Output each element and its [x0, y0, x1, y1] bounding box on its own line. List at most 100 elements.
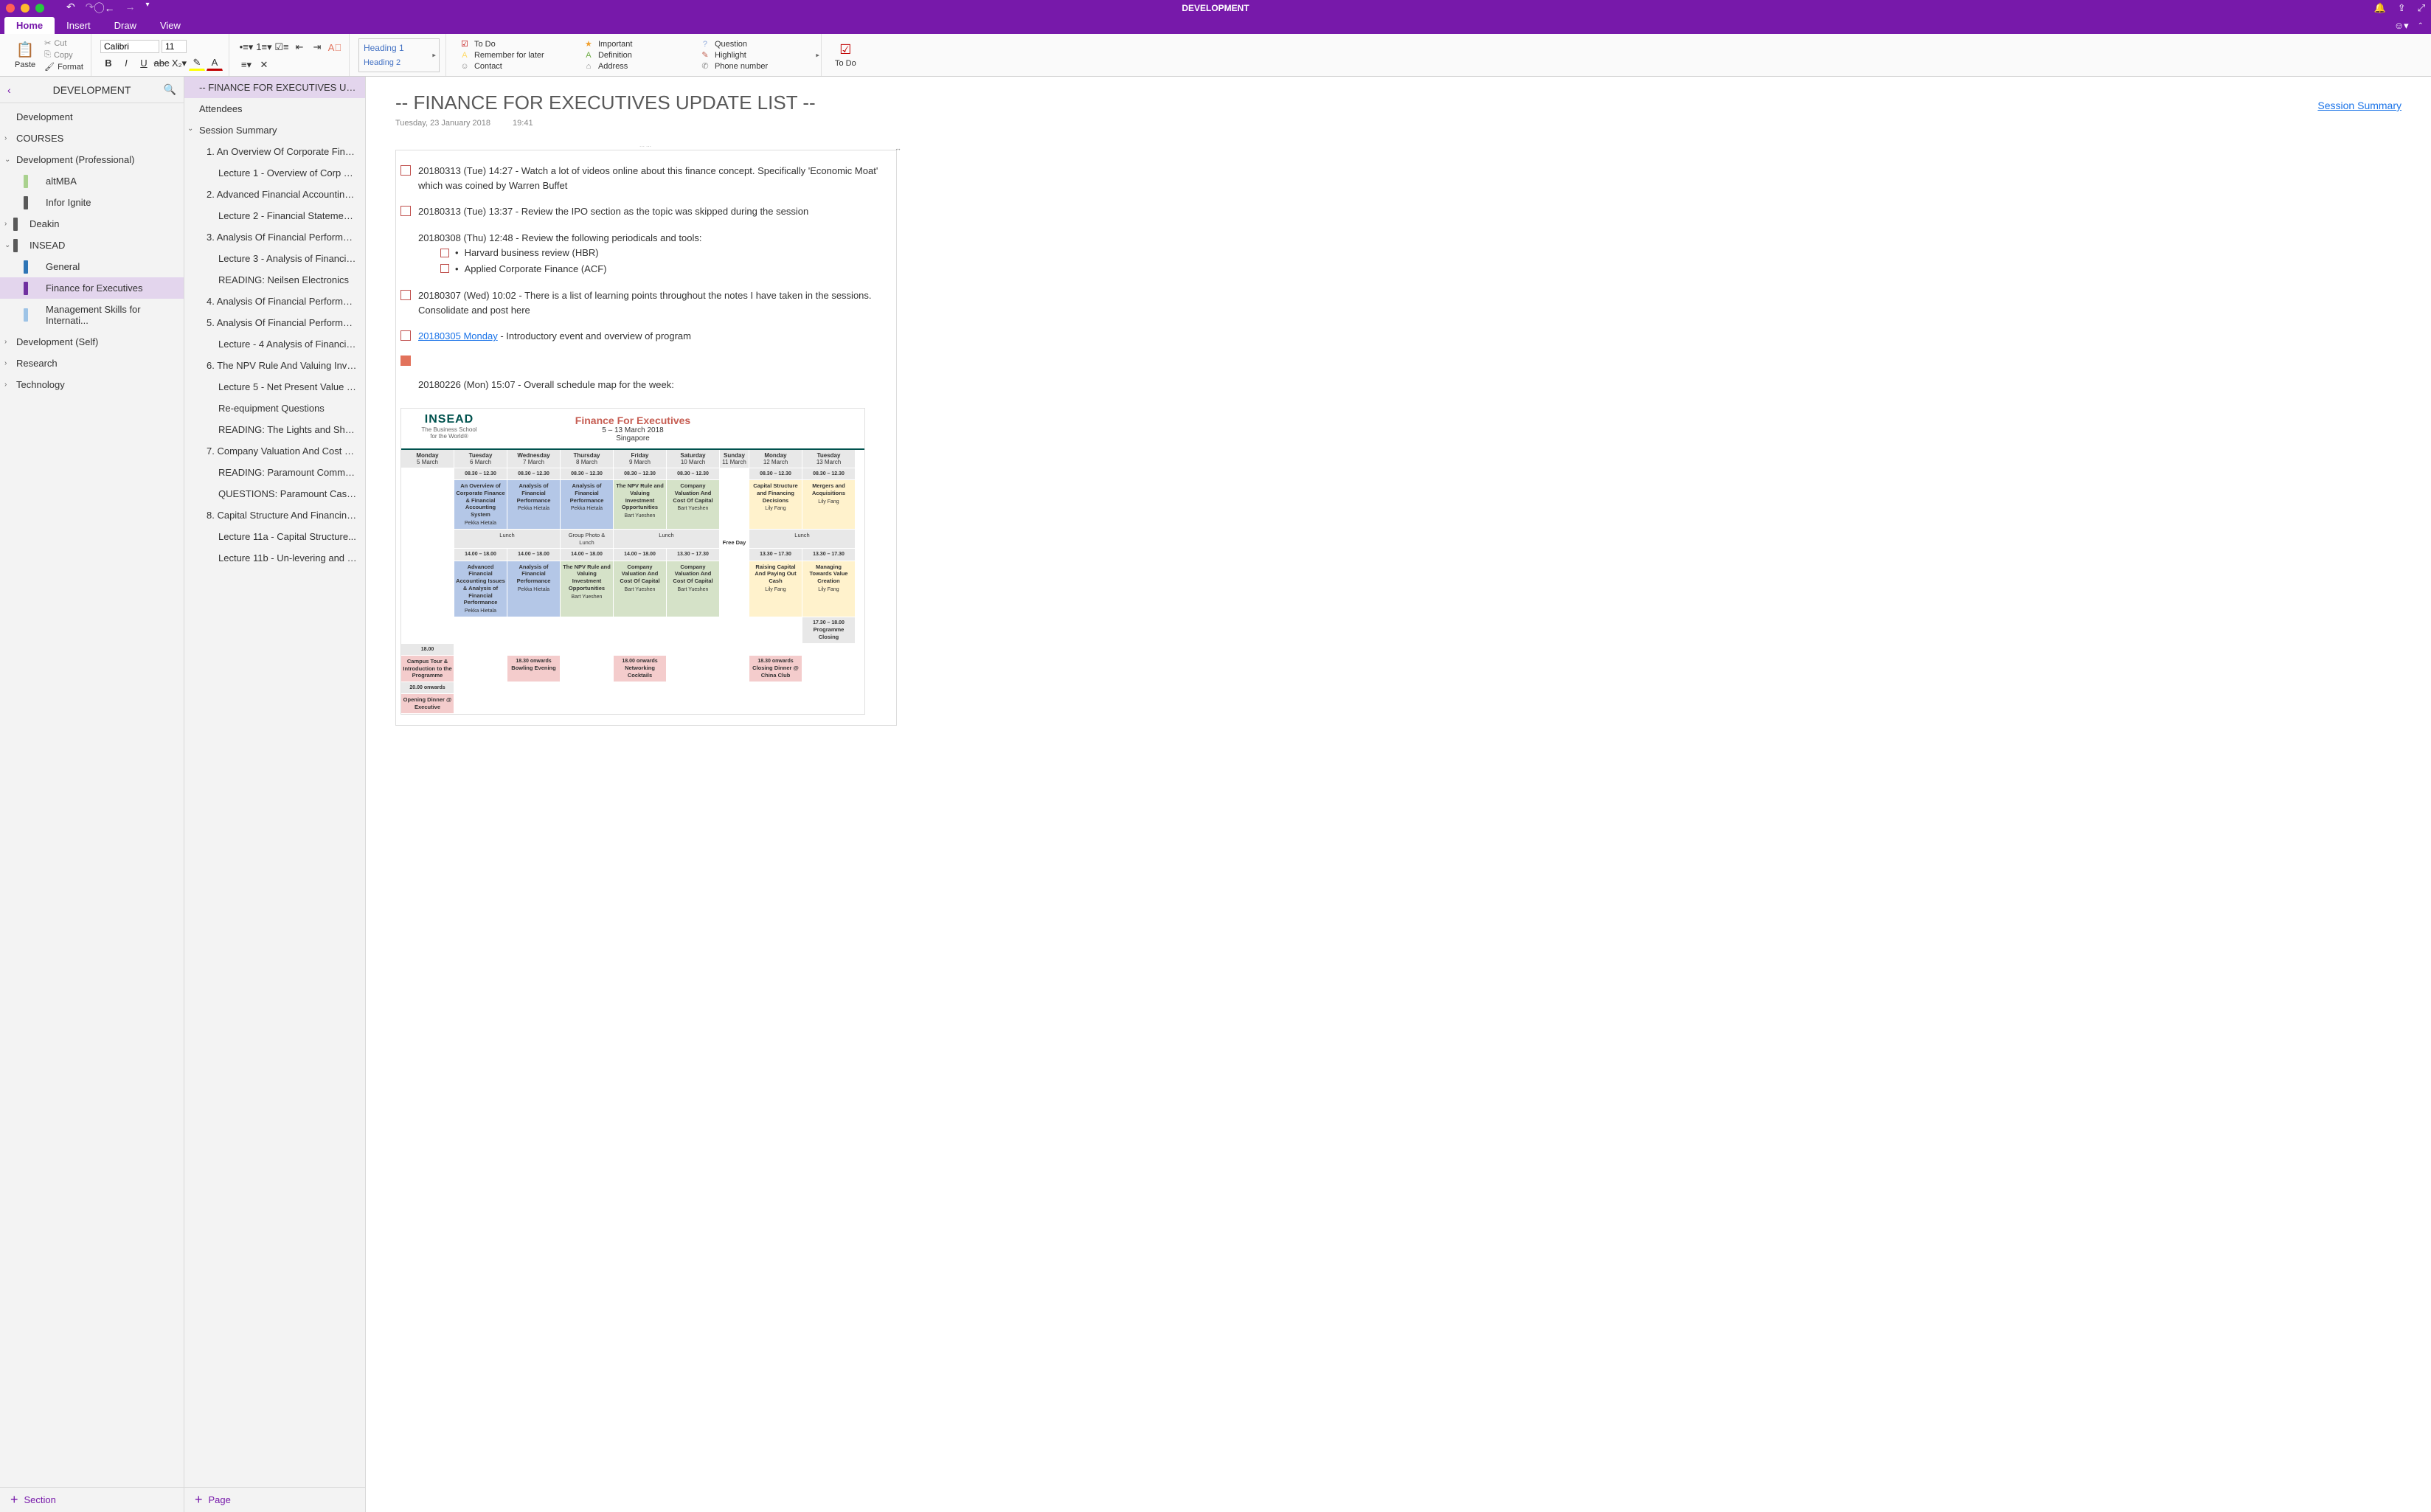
page-item[interactable]: Lecture 11b - Un-levering and r...	[184, 547, 365, 569]
tag-item[interactable]: ★Important	[583, 39, 694, 49]
maximize-window-button[interactable]	[35, 4, 44, 13]
todo-item[interactable]: 20180226 (Mon) 15:07 - Overall schedule …	[400, 372, 886, 398]
subscript-button[interactable]: X₂▾	[171, 56, 187, 71]
page-item[interactable]: Re-equipment Questions	[184, 398, 365, 419]
page-item[interactable]: 3. Analysis Of Financial Performan...	[184, 226, 365, 248]
todo-item[interactable]: 20180307 (Wed) 10:02 - There is a list o…	[400, 282, 886, 323]
page-item[interactable]: 5. Analysis Of Financial Performan...	[184, 312, 365, 333]
page-item[interactable]: 4. Analysis Of Financial Performan...	[184, 291, 365, 312]
page-item[interactable]: Lecture 3 - Analysis of Financial...	[184, 248, 365, 269]
resize-handle-icon[interactable]: ↔	[895, 145, 901, 152]
paste-button[interactable]: 📋 Paste	[10, 39, 40, 71]
page-item[interactable]: 6. The NPV Rule And Valuing Inve...	[184, 355, 365, 376]
font-color-button[interactable]: A	[207, 56, 223, 71]
checkbox[interactable]	[400, 330, 411, 341]
checklist-button[interactable]: ☑≡	[274, 40, 290, 55]
nav-item[interactable]: Development	[0, 106, 184, 128]
styles-gallery[interactable]: Heading 1 Heading 2 ▸	[358, 38, 440, 72]
share-icon[interactable]: ⇪	[2398, 2, 2406, 14]
close-window-button[interactable]	[6, 4, 15, 13]
page-item[interactable]: READING: The Lights and Shad...	[184, 419, 365, 440]
nav-item[interactable]: Finance for Executives	[0, 277, 184, 299]
todo-item[interactable]: 20180305 Monday - Introductory event and…	[400, 323, 886, 350]
page-item[interactable]: READING: Neilsen Electronics	[184, 269, 365, 291]
todo-button[interactable]: ☑ To Do	[830, 41, 861, 69]
nav-item[interactable]: altMBA	[0, 170, 184, 192]
checkbox[interactable]	[400, 290, 411, 300]
add-page-button[interactable]: + Page	[184, 1487, 365, 1512]
small-checkbox[interactable]	[440, 249, 449, 257]
tab-insert[interactable]: Insert	[55, 17, 103, 34]
page-item[interactable]: QUESTIONS: Paramount Case...	[184, 483, 365, 504]
date-link[interactable]: 20180305 Monday	[418, 330, 498, 341]
tag-item[interactable]: ✆Phone number	[700, 61, 811, 72]
numbering-button[interactable]: 1≡▾	[256, 40, 272, 55]
delete-button[interactable]: ✕	[256, 58, 272, 72]
nav-item[interactable]: ›COURSES	[0, 128, 184, 149]
page-item[interactable]: Lecture - 4 Analysis of Financia...	[184, 333, 365, 355]
page-content-area[interactable]: -- FINANCE FOR EXECUTIVES UPDATE LIST --…	[366, 77, 2431, 1512]
nav-item[interactable]: ›Deakin	[0, 213, 184, 235]
nav-item[interactable]: ›Development (Self)	[0, 331, 184, 353]
todo-item[interactable]	[400, 350, 886, 372]
page-item[interactable]: Lecture 11a - Capital Structure...	[184, 526, 365, 547]
redo-icon[interactable]: ↷	[86, 1, 94, 15]
format-painter-button[interactable]: 🖌Format	[43, 61, 85, 72]
nav-item[interactable]: ⌄INSEAD	[0, 235, 184, 256]
strikethrough-button[interactable]: abc	[153, 56, 170, 71]
copy-button[interactable]: ⎘Copy	[43, 49, 85, 60]
page-item[interactable]: Lecture 5 - Net Present Value (...	[184, 376, 365, 398]
tag-item[interactable]: ?Question	[700, 39, 811, 49]
italic-button[interactable]: I	[118, 56, 134, 71]
clear-format-button[interactable]: A⃠	[327, 40, 343, 55]
back-nav-icon[interactable]: ⃝←	[104, 1, 114, 15]
smiley-feedback-icon[interactable]: ☺▾	[2394, 20, 2409, 32]
nav-item[interactable]: Infor Ignite	[0, 192, 184, 213]
tag-item[interactable]: ✎Highlight	[700, 50, 811, 60]
todo-item[interactable]: 20180308 (Thu) 12:48 - Review the follow…	[400, 225, 886, 283]
tab-view[interactable]: View	[148, 17, 193, 34]
highlight-color-button[interactable]: ✎	[189, 56, 205, 71]
indent-button[interactable]: ⇥	[309, 40, 325, 55]
font-name-input[interactable]	[100, 40, 159, 53]
page-item[interactable]: Lecture 1 - Overview of Corp Fi...	[184, 162, 365, 184]
tag-item[interactable]: ⌂Address	[583, 61, 694, 72]
nav-item[interactable]: ⌄Development (Professional)	[0, 149, 184, 170]
session-summary-link[interactable]: Session Summary	[2317, 100, 2401, 111]
bullets-button[interactable]: •≡▾	[238, 40, 254, 55]
checkbox[interactable]	[400, 165, 411, 176]
todo-item[interactable]: 20180313 (Tue) 14:27 - Watch a lot of vi…	[400, 158, 886, 198]
undo-icon[interactable]: ↶	[66, 1, 75, 15]
bold-button[interactable]: B	[100, 56, 117, 71]
customize-icon[interactable]: ▾	[145, 1, 149, 15]
nav-item[interactable]: General	[0, 256, 184, 277]
notification-icon[interactable]: 🔔	[2374, 2, 2386, 14]
outdent-button[interactable]: ⇤	[291, 40, 308, 55]
page-item[interactable]: 1. An Overview Of Corporate Fina...	[184, 141, 365, 162]
checkbox[interactable]	[400, 206, 411, 216]
page-item[interactable]: 7. Company Valuation And Cost Of...	[184, 440, 365, 462]
tag-item[interactable]: ☺Contact	[460, 61, 578, 72]
tab-draw[interactable]: Draw	[103, 17, 148, 34]
nav-item[interactable]: ›Research	[0, 353, 184, 374]
nav-back-icon[interactable]: ‹	[7, 84, 11, 96]
collapse-ribbon-icon[interactable]: ˆ	[2419, 21, 2422, 32]
tag-item[interactable]: ☑To Do	[460, 39, 578, 49]
page-item[interactable]: 2. Advanced Financial Accounting...	[184, 184, 365, 205]
page-item[interactable]: Attendees	[184, 98, 365, 119]
add-section-button[interactable]: + Section	[0, 1487, 184, 1512]
forward-nav-icon[interactable]: →	[125, 1, 135, 15]
tag-item[interactable]: ADefinition	[583, 50, 694, 60]
note-container[interactable]: ⋯⋯ ↔ 20180313 (Tue) 14:27 - Watch a lot …	[395, 150, 897, 726]
font-size-input[interactable]	[162, 40, 187, 53]
page-item[interactable]: Lecture 2 - Financial Statement...	[184, 205, 365, 226]
page-item[interactable]: ⌄Session Summary	[184, 119, 365, 141]
cut-button[interactable]: ✂Cut	[43, 38, 85, 49]
small-checkbox[interactable]	[440, 264, 449, 273]
underline-button[interactable]: U	[136, 56, 152, 71]
search-icon[interactable]: 🔍	[164, 83, 176, 96]
fullscreen-icon[interactable]: ⤢	[2418, 2, 2425, 14]
tag-item[interactable]: ARemember for later	[460, 50, 578, 60]
nav-item[interactable]: Management Skills for Internati...	[0, 299, 184, 331]
tab-home[interactable]: Home	[4, 17, 55, 34]
